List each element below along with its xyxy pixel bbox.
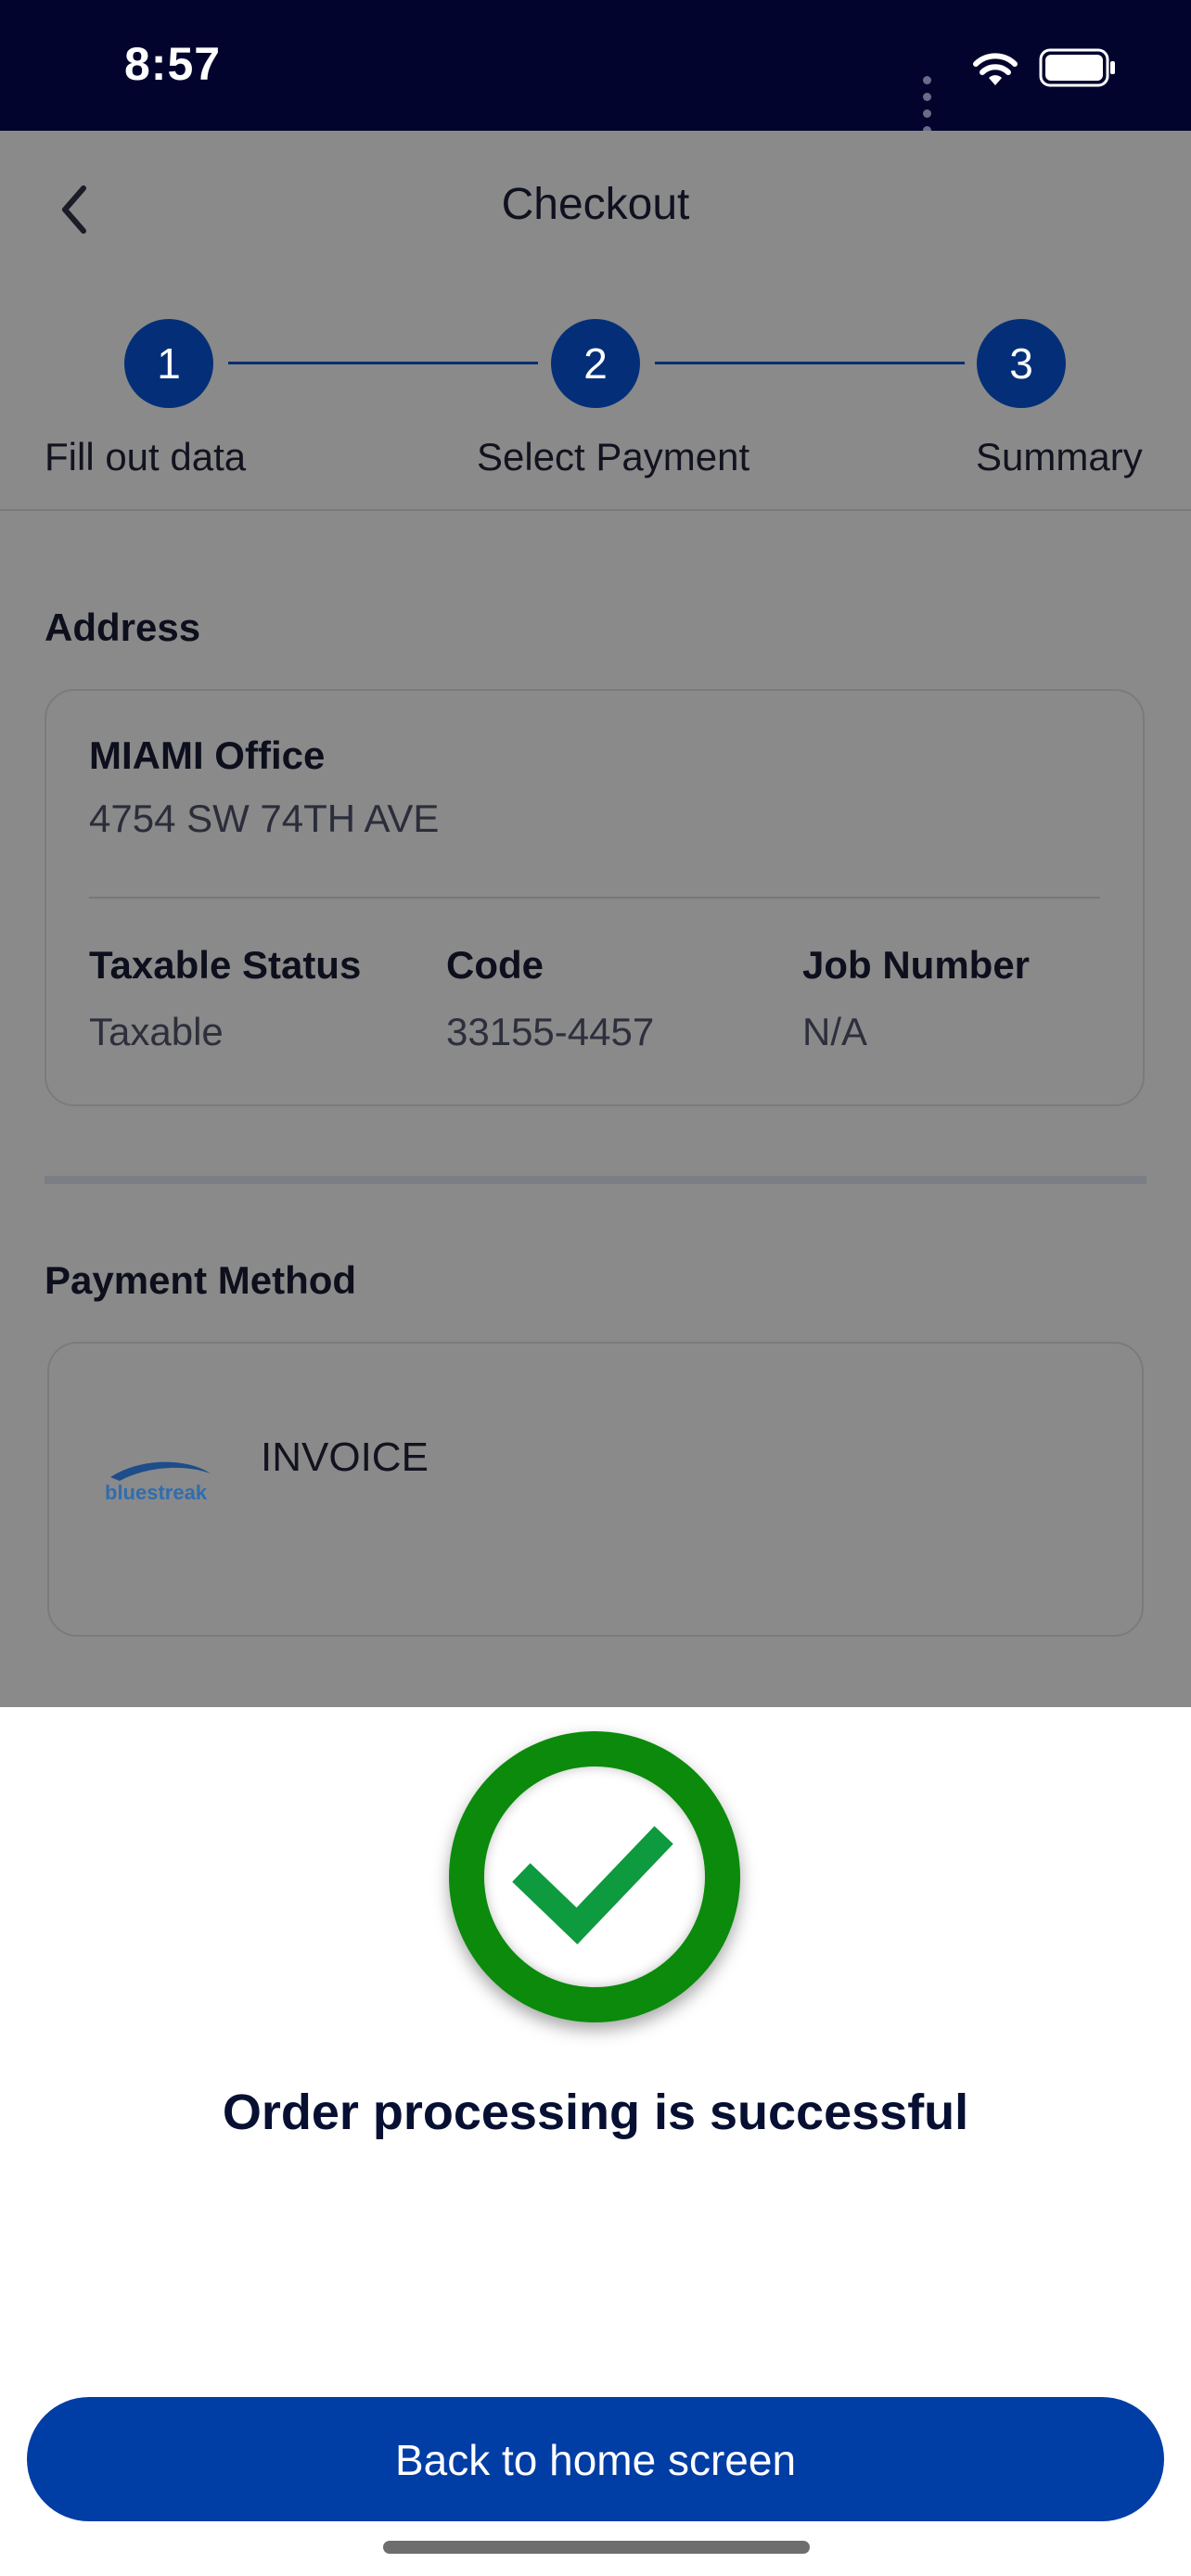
cellular-signal-icon — [917, 72, 931, 139]
job-number-field: Job Number N/A — [802, 943, 1030, 1054]
code-value: 33155-4457 — [446, 1010, 655, 1053]
step-connector — [228, 362, 538, 364]
svg-text:bluestreak: bluestreak — [105, 1481, 208, 1504]
section-divider — [45, 1176, 1146, 1184]
taxable-status: Taxable Status Taxable — [89, 943, 361, 1054]
step-connector — [655, 362, 965, 364]
home-indicator[interactable] — [383, 2541, 810, 2554]
code-field: Code 33155-4457 — [446, 943, 654, 1054]
step-2-label: Select Payment — [477, 435, 750, 478]
header-divider — [0, 509, 1191, 511]
wifi-icon — [973, 53, 1018, 85]
checkout-page: Checkout 1 2 3 Fill out data Select Paym… — [0, 131, 1191, 1707]
code-label: Code — [446, 943, 544, 987]
address-line: 4754 SW 74TH AVE — [89, 797, 440, 840]
taxable-status-label: Taxable Status — [89, 943, 362, 987]
step-2-circle: 2 — [551, 319, 640, 408]
job-number-label: Job Number — [802, 943, 1031, 987]
address-name: MIAMI Office — [89, 733, 326, 777]
job-number-value: N/A — [802, 1010, 868, 1053]
step-3-circle: 3 — [977, 319, 1066, 408]
taxable-status-value: Taxable — [89, 1010, 224, 1053]
success-check-icon — [449, 1731, 740, 2022]
payment-method-card[interactable]: bluestreak INVOICE — [47, 1342, 1144, 1637]
step-1-label: Fill out data — [45, 435, 247, 478]
checkmark-icon — [512, 1826, 673, 1945]
bluestreak-logo: bluestreak — [105, 1461, 211, 1504]
success-icon-inner — [484, 1766, 705, 1987]
battery-icon — [1039, 48, 1115, 87]
status-time: 8:57 — [124, 38, 222, 90]
back-to-home-button[interactable]: Back to home screen — [27, 2397, 1164, 2521]
success-message: Order processing is successful — [222, 2085, 969, 2140]
step-3-label: Summary — [976, 435, 1143, 478]
success-sheet: Order processing is successful Back to h… — [0, 1707, 1191, 2576]
address-card[interactable]: MIAMI Office 4754 SW 74TH AVE Taxable St… — [45, 689, 1145, 1106]
card-divider — [89, 897, 1100, 899]
status-bar: 8:57 — [0, 0, 1191, 134]
address-section-label: Address — [45, 606, 201, 649]
payment-method-label: INVOICE — [261, 1435, 429, 1480]
page-title: Checkout — [501, 180, 690, 229]
step-1-circle: 1 — [124, 319, 213, 408]
payment-section-label: Payment Method — [45, 1258, 357, 1302]
